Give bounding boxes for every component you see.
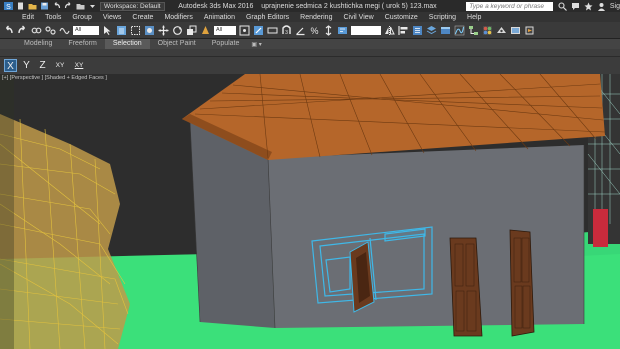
svg-text:%: % [310,26,318,36]
search-icon[interactable] [558,1,567,11]
file-name: uprajnenie sedmica 2 kushtichka megi ( u… [261,2,437,10]
edit-named-selections-icon[interactable] [337,25,348,36]
window-crossing-icon[interactable] [144,25,155,36]
redo-icon[interactable] [64,2,73,10]
main-toolbar: All All 3 % [0,22,620,39]
viewport-label-menu[interactable]: [+] [Perspective ] [Shaded + Edged Faces… [2,75,107,81]
named-selection-sets-dropdown[interactable] [351,25,381,35]
select-and-place-icon[interactable] [200,25,211,36]
render-production-icon[interactable] [524,25,535,36]
toggle-scene-explorer-icon[interactable] [412,25,423,36]
open-file-icon[interactable] [28,2,37,10]
axis-z-button[interactable]: Z [36,59,49,72]
percent-snap-icon[interactable]: % [309,25,320,36]
app-logo-icon[interactable]: S [4,2,13,10]
viewport-scene[interactable] [0,74,620,349]
redo-icon[interactable] [17,25,28,36]
menu-views[interactable]: Views [103,14,122,21]
snaps-toggle-icon[interactable]: 3 [281,24,292,36]
menu-rendering[interactable]: Rendering [300,14,332,21]
select-and-link-icon[interactable] [31,25,42,36]
axis-x-button[interactable]: X [4,59,17,72]
tab-modeling[interactable]: Modeling [16,39,60,49]
search-input[interactable]: Type a keyword or phrase [466,1,553,11]
mirror-icon[interactable] [384,25,395,36]
toggle-ribbon-icon[interactable] [440,25,451,36]
menu-edit[interactable]: Edit [22,14,34,21]
svg-text:S: S [6,4,11,10]
red-object [593,209,608,247]
new-file-icon[interactable] [16,2,25,10]
menu-bar: Edit Tools Group Views Create Modifiers … [0,12,620,22]
tab-populate[interactable]: Populate [204,39,248,49]
axis-y-button[interactable]: Y [20,59,33,72]
spinner-snap-icon[interactable] [323,24,334,36]
material-editor-icon[interactable] [482,25,493,36]
tab-selection[interactable]: Selection [104,39,150,49]
select-and-move-icon[interactable] [158,25,169,36]
undo-icon[interactable] [3,25,14,36]
menu-tools[interactable]: Tools [45,14,61,21]
menu-scripting[interactable]: Scripting [429,14,456,21]
select-object-icon[interactable] [102,25,113,36]
app-name: Autodesk 3ds Max 2016 [178,2,254,10]
render-setup-icon[interactable] [496,25,507,36]
unlink-selection-icon[interactable] [45,25,56,36]
rendered-frame-window-icon[interactable] [510,25,521,36]
keyboard-shortcut-override-icon[interactable] [267,25,278,36]
select-and-scale-icon[interactable] [186,25,197,36]
perspective-viewport[interactable]: [+] [Perspective ] [Shaded + Edged Faces… [0,74,620,349]
tab-freeform[interactable]: Freeform [60,39,104,49]
save-icon[interactable] [40,2,49,10]
undo-icon[interactable] [52,2,61,10]
menu-graph-editors[interactable]: Graph Editors [246,14,289,21]
infocenter-icons [558,1,606,11]
ribbon-options-dropdown[interactable]: ▣ ▾ [251,41,261,48]
reference-coordinate-dropdown[interactable]: All [214,25,236,35]
menu-group[interactable]: Group [72,14,91,21]
title-bar: S Workspace: Default Autodesk 3ds Max 20… [0,0,620,12]
ribbon-tab-bar: Modeling Freeform Selection Object Paint… [0,39,620,49]
pivot-point-center-icon[interactable] [239,25,250,36]
menu-modifiers[interactable]: Modifiers [164,14,192,21]
menu-customize[interactable]: Customize [385,14,418,21]
schematic-view-icon[interactable] [468,25,479,36]
bind-space-warp-icon[interactable] [59,25,70,36]
tab-object-paint[interactable]: Object Paint [150,39,204,49]
quick-access-toolbar: S Workspace: Default [0,1,178,11]
house-front-wall [268,145,584,328]
select-manipulate-icon[interactable] [253,25,264,36]
svg-text:3: 3 [285,30,288,36]
dropdown-arrow-icon[interactable] [88,2,97,10]
menu-create[interactable]: Create [132,14,153,21]
select-by-name-icon[interactable] [116,25,127,36]
user-icon[interactable] [597,2,606,11]
app-title: Autodesk 3ds Max 2016 uprajnenie sedmica… [178,2,436,10]
favorites-star-icon[interactable] [584,2,593,11]
rectangular-selection-icon[interactable] [130,25,141,36]
axis-constraints-toolbar: X Y Z XY XY [0,57,620,74]
angle-snap-icon[interactable] [295,25,306,36]
sign-in-link[interactable]: Sig [610,3,620,10]
axis-xy-cycle-button[interactable]: XY [71,59,87,72]
ribbon-panel [0,49,620,57]
toggle-layer-explorer-icon[interactable] [426,25,437,36]
left-edge-shadow [0,74,14,349]
menu-civil-view[interactable]: Civil View [343,14,373,21]
project-folder-icon[interactable] [76,2,85,10]
select-and-rotate-icon[interactable] [172,25,183,36]
curve-editor-icon[interactable] [454,25,465,36]
align-icon[interactable] [398,25,409,36]
menu-help[interactable]: Help [467,14,481,21]
communication-center-icon[interactable] [571,2,580,11]
workspace-dropdown[interactable]: Workspace: Default [100,1,165,11]
menu-animation[interactable]: Animation [204,14,235,21]
axis-xy-button[interactable]: XY [52,59,68,72]
selection-filter-dropdown[interactable]: All [73,25,99,35]
